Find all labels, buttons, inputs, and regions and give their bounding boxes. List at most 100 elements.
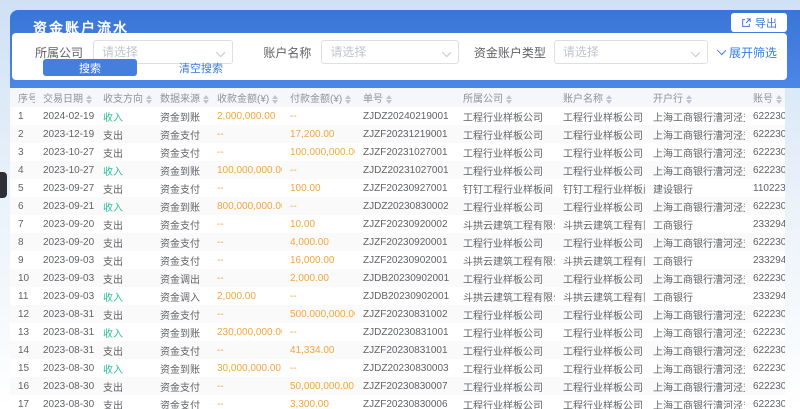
cell-source: 资金到账 [152, 107, 209, 125]
table-row: 162023-08-30支出资金支付--50,000,000.00ZJZF202… [10, 377, 785, 395]
cell-account-no: 233294994 [745, 215, 785, 233]
cell-no: 14 [10, 341, 35, 359]
expand-filters-link[interactable]: 展开筛选 [718, 44, 777, 61]
cell-source: 资金调出 [152, 269, 209, 287]
search-button[interactable]: 搜索 [43, 59, 137, 76]
sort-icon[interactable] [203, 95, 209, 105]
column-header-label: 单号 [363, 94, 383, 105]
account-name-select[interactable] [321, 40, 459, 64]
cell-company: 斗拱云建筑工程有限公司 [455, 215, 555, 233]
cell-company: 工程行业样板公司 [455, 305, 555, 323]
cell-payment: -- [282, 323, 355, 341]
cell-source: 资金调入 [152, 287, 209, 305]
transactions-table: 序号交易日期收支方向数据来源收款金额(¥)付款金额(¥)单号所属公司账户名称开户… [10, 88, 785, 409]
sort-icon[interactable] [86, 95, 92, 105]
column-header[interactable]: 收支方向 [95, 88, 152, 107]
cell-source: 资金支付 [152, 179, 209, 197]
cell-account-no: 622230111 [745, 233, 785, 251]
cell-source: 资金支付 [152, 125, 209, 143]
cell-no: 3 [10, 143, 35, 161]
cell-account-no: 622230111 [745, 305, 785, 323]
export-button-label: 导出 [755, 15, 777, 31]
sort-icon[interactable] [345, 95, 351, 105]
column-header[interactable]: 付款金额(¥) [282, 88, 355, 107]
cell-no: 10 [10, 269, 35, 287]
cell-bank: 工商银行 [645, 251, 745, 269]
table-row: 52023-09-27支出资金支付--100.00ZJZF20230927001… [10, 179, 785, 197]
account-type-select[interactable] [554, 40, 708, 64]
column-header-label: 收款金额(¥) [217, 94, 269, 105]
sort-icon[interactable] [686, 95, 692, 105]
cell-account-name: 工程行业样板公司 [555, 269, 645, 287]
column-header[interactable]: 数据来源 [152, 88, 209, 107]
account-name-select-input[interactable] [322, 41, 458, 63]
account-type-select-input[interactable] [555, 41, 707, 63]
sort-icon[interactable] [776, 95, 782, 105]
column-header-label: 收支方向 [103, 94, 143, 105]
cell-direction: 支出 [95, 179, 152, 197]
cell-date: 2023-08-31 [35, 341, 95, 359]
cell-account-no: 622230111 [745, 323, 785, 341]
cell-order-no: ZJDZ20230831001 [355, 323, 455, 341]
cell-direction: 收入 [95, 197, 152, 215]
column-header-label: 数据来源 [160, 94, 200, 105]
cell-no: 7 [10, 215, 35, 233]
cell-bank: 上海工商银行漕河泾支行 [645, 269, 745, 287]
column-header[interactable]: 账户名称 [555, 88, 645, 107]
cell-order-no: ZJZF20230831001 [355, 341, 455, 359]
cell-direction: 支出 [95, 143, 152, 161]
column-header[interactable]: 收款金额(¥) [209, 88, 282, 107]
cell-account-no: 110223823 [745, 179, 785, 197]
cell-payment: 4,000.00 [282, 233, 355, 251]
column-header[interactable]: 开户行 [645, 88, 745, 107]
cell-income: -- [209, 341, 282, 359]
cell-company: 工程行业样板公司 [455, 269, 555, 287]
export-button[interactable]: 导出 [731, 13, 787, 32]
cell-bank: 上海工商银行漕河泾支行 [645, 143, 745, 161]
column-header[interactable]: 交易日期 [35, 88, 95, 107]
cell-payment: 41,334.00 [282, 341, 355, 359]
cell-income: 100,000,000.00 [209, 161, 282, 179]
column-header[interactable]: 单号 [355, 88, 455, 107]
cell-no: 12 [10, 305, 35, 323]
clear-search-button[interactable]: 清空搜索 [179, 60, 223, 76]
sort-icon[interactable] [606, 95, 612, 105]
column-header[interactable]: 账号 [745, 88, 785, 107]
cell-account-no: 622230111 [745, 341, 785, 359]
column-header[interactable]: 所属公司 [455, 88, 555, 107]
cell-direction: 支出 [95, 341, 152, 359]
chevron-down-icon [717, 46, 726, 55]
table-row: 102023-09-03支出资金调出--2,000.00ZJDB20230902… [10, 269, 785, 287]
cell-company: 工程行业样板公司 [455, 341, 555, 359]
sort-icon[interactable] [386, 95, 392, 105]
cell-no: 4 [10, 161, 35, 179]
sort-icon[interactable] [146, 95, 152, 105]
cell-account-no: 622230111 [745, 377, 785, 395]
cell-bank: 工商银行 [645, 287, 745, 305]
cell-no: 1 [10, 107, 35, 125]
cell-date: 2023-08-30 [35, 395, 95, 409]
cell-order-no: ZJZF20230902001 [355, 251, 455, 269]
sort-icon[interactable] [506, 95, 512, 105]
cell-order-no: ZJDZ20230830003 [355, 359, 455, 377]
cell-company: 斗拱云建筑工程有限公司 [455, 251, 555, 269]
cell-no: 2 [10, 125, 35, 143]
cell-bank: 上海工商银行漕河泾支行 [645, 107, 745, 125]
cell-account-name: 钉钉工程行业样板间 [555, 179, 645, 197]
cell-date: 2023-10-27 [35, 161, 95, 179]
table-row: 92023-09-03支出资金支付--16,000.00ZJZF20230902… [10, 251, 785, 269]
cell-bank: 建设银行 [645, 179, 745, 197]
table-row: 22023-12-19支出资金支付--17,200.00ZJZF20231219… [10, 125, 785, 143]
side-drawer-handle[interactable] [0, 172, 7, 198]
sort-icon[interactable] [272, 95, 278, 105]
cell-no: 8 [10, 233, 35, 251]
table-row: 142023-08-31支出资金支付--41,334.00ZJZF2023083… [10, 341, 785, 359]
table-row: 112023-09-03收入资金调入2,000.00--ZJDB20230902… [10, 287, 785, 305]
cell-date: 2023-08-30 [35, 377, 95, 395]
cell-account-name: 工程行业样板公司 [555, 323, 645, 341]
cell-account-no: 622230111 [745, 161, 785, 179]
cell-company: 钉钉工程行业样板间 [455, 179, 555, 197]
cell-direction: 收入 [95, 161, 152, 179]
cell-company: 工程行业样板公司 [455, 323, 555, 341]
column-header-label: 开户行 [653, 94, 683, 105]
